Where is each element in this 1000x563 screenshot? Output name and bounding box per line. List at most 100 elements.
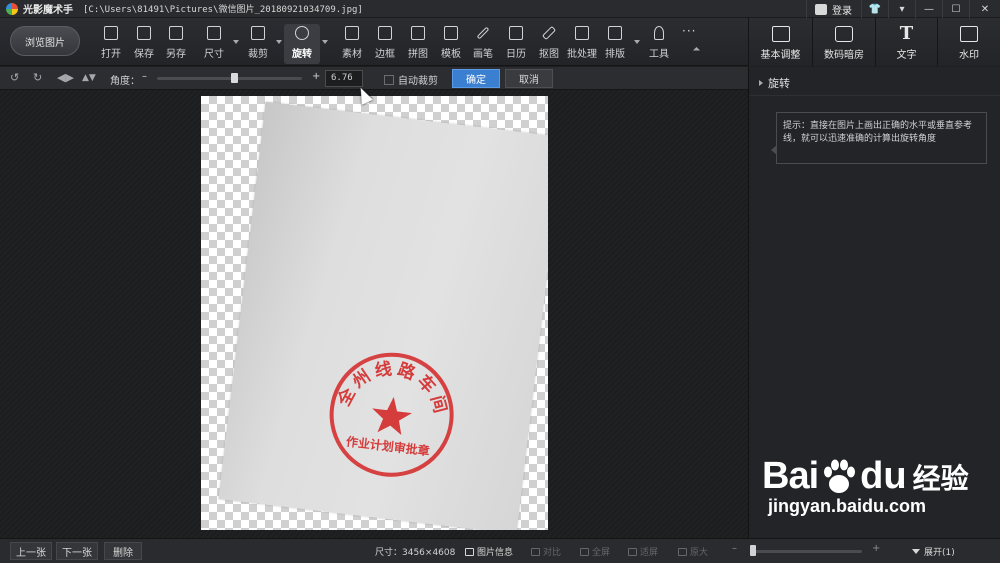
expand-toolbar-icon[interactable] (692, 46, 701, 55)
tab-text[interactable]: T 文字 (875, 18, 937, 66)
expand-label: 展开(1) (924, 548, 955, 558)
layout-dropdown-icon[interactable] (634, 40, 640, 44)
seal-bottom-text: 作业计划审批章 (345, 434, 430, 459)
caret-right-icon (759, 80, 763, 86)
previous-image-button[interactable]: 上一张 (10, 542, 52, 560)
window-controls: 👕 ▾ — ☐ ✕ (861, 0, 1000, 18)
minimize-icon[interactable]: — (915, 0, 942, 18)
tool-cutout[interactable]: 抠图 (539, 24, 559, 64)
rotate-icon (295, 26, 309, 40)
angle-slider-thumb[interactable] (230, 73, 238, 83)
flip-horizontal-icon[interactable]: ◀▶ (57, 72, 74, 84)
tab-label: 水印 (959, 50, 979, 61)
tab-darkroom[interactable]: 数码暗房 (812, 18, 875, 66)
flip-vertical-icon[interactable]: ▲▼ (82, 72, 96, 84)
fullscreen-button[interactable]: 全屏 (580, 545, 610, 558)
zoom-in-button[interactable]: + (872, 543, 880, 554)
fit-screen-icon (628, 547, 637, 556)
watermark-bai: Bai (762, 455, 819, 497)
browse-images-button[interactable]: 浏览图片 (10, 26, 80, 56)
zoom-slider-track[interactable] (750, 550, 862, 553)
red-seal-stamp: 全州线路车间 作业计划审批章 (329, 351, 458, 477)
tool-label: 拼图 (408, 49, 428, 60)
rotate-dropdown-icon[interactable] (322, 40, 328, 44)
tool-label: 尺寸 (204, 49, 224, 60)
confirm-button[interactable]: 确定 (452, 69, 500, 88)
tool-wrench[interactable]: 工具 (649, 24, 669, 64)
basic-adjust-icon (771, 26, 790, 42)
tab-label: 数码暗房 (824, 50, 864, 61)
save-icon (137, 26, 151, 40)
login-label: 登录 (832, 5, 852, 17)
checkbox-box[interactable] (384, 74, 394, 85)
calendar-icon (509, 26, 523, 40)
next-image-button[interactable]: 下一张 (56, 542, 98, 560)
close-icon[interactable]: ✕ (969, 0, 1000, 18)
rotate-left-icon[interactable]: ↺ (10, 72, 19, 84)
status-bar: 上一张 下一张 删除 尺寸：3456×4608 图片信息 对比 全屏 适屏 原大… (0, 538, 1000, 563)
compare-label: 对比 (543, 548, 562, 558)
watermark-du: du (860, 455, 907, 497)
tool-open[interactable]: 打开 (101, 24, 121, 64)
tool-material[interactable]: 素材 (342, 24, 362, 64)
tool-save[interactable]: 保存 (134, 24, 154, 64)
angle-slider-track[interactable] (157, 77, 302, 80)
compare-icon (531, 547, 540, 556)
skin-icon[interactable]: 👕 (861, 0, 888, 18)
layout-icon (608, 26, 622, 40)
delete-button[interactable]: 删除 (104, 542, 142, 560)
tool-calendar[interactable]: 日历 (506, 24, 526, 64)
tool-crop[interactable]: 裁剪 (248, 24, 268, 64)
image-info-button[interactable]: 图片信息 (465, 545, 513, 558)
file-path: [C:\Users\81491\Pictures\微信图片_2018092103… (83, 5, 363, 15)
tool-resize[interactable]: 尺寸 (204, 24, 224, 64)
auto-crop-checkbox[interactable]: 自动裁剪 (384, 72, 438, 87)
tool-rotate[interactable]: 旋转 (284, 24, 320, 64)
menu-icon[interactable]: ▾ (888, 0, 915, 18)
expand-filmstrip-button[interactable]: 展开(1) (912, 545, 955, 558)
original-size-icon (678, 547, 687, 556)
tool-label: 边框 (375, 49, 395, 60)
tab-watermark[interactable]: 水印 (937, 18, 1000, 66)
app-name: 光影魔术手 (23, 5, 73, 16)
watermark-jingyan: 经验 (912, 461, 969, 495)
rotate-section-title[interactable]: 旋转 (759, 75, 790, 91)
tool-label: 保存 (134, 49, 154, 60)
resize-dropdown-icon[interactable] (233, 40, 239, 44)
tool-layout[interactable]: 排版 (605, 24, 625, 64)
rotate-right-icon[interactable]: ↻ (33, 72, 42, 84)
rotate-options-bar: ↺ ↻ ◀▶ ▲▼ 角度： – + 6.76 自动裁剪 确定 取消 (0, 67, 748, 90)
crop-dropdown-icon[interactable] (276, 40, 282, 44)
angle-input[interactable]: 6.76 (325, 70, 363, 87)
brush-icon (476, 26, 490, 40)
divider (749, 95, 1000, 96)
fullscreen-icon (580, 547, 589, 556)
open-icon (104, 26, 118, 40)
image-canvas[interactable]: 全州线路车间 作业计划审批章 (0, 90, 748, 538)
tool-border[interactable]: 边框 (375, 24, 395, 64)
zoom-slider-thumb[interactable] (750, 545, 756, 556)
tool-template[interactable]: 模板 (441, 24, 461, 64)
tool-collage[interactable]: 拼图 (408, 24, 428, 64)
resize-icon (207, 26, 221, 40)
original-size-button[interactable]: 原大 (678, 545, 708, 558)
maximize-icon[interactable]: ☐ (942, 0, 969, 18)
cancel-button[interactable]: 取消 (505, 69, 553, 88)
login-button[interactable]: 登录 (806, 0, 866, 18)
zoom-out-button[interactable]: – (732, 543, 737, 554)
image-preview[interactable]: 全州线路车间 作业计划审批章 (201, 96, 548, 530)
tool-save-as[interactable]: 另存 (166, 24, 186, 64)
tool-batch[interactable]: 批处理 (567, 24, 597, 64)
angle-increase-button[interactable]: + (312, 71, 320, 82)
more-tools-icon[interactable]: ··· (682, 24, 696, 38)
compare-button[interactable]: 对比 (531, 545, 561, 558)
tool-brush[interactable]: 画笔 (473, 24, 493, 64)
angle-decrease-button[interactable]: – (142, 71, 147, 82)
fit-screen-button[interactable]: 适屏 (628, 545, 658, 558)
tab-basic-adjust[interactable]: 基本调整 (748, 18, 812, 66)
tool-label: 工具 (649, 49, 669, 60)
text-icon: T (899, 23, 914, 44)
image-info-icon (465, 547, 474, 556)
tab-label: 文字 (896, 50, 917, 61)
fit-screen-label: 适屏 (640, 548, 659, 558)
